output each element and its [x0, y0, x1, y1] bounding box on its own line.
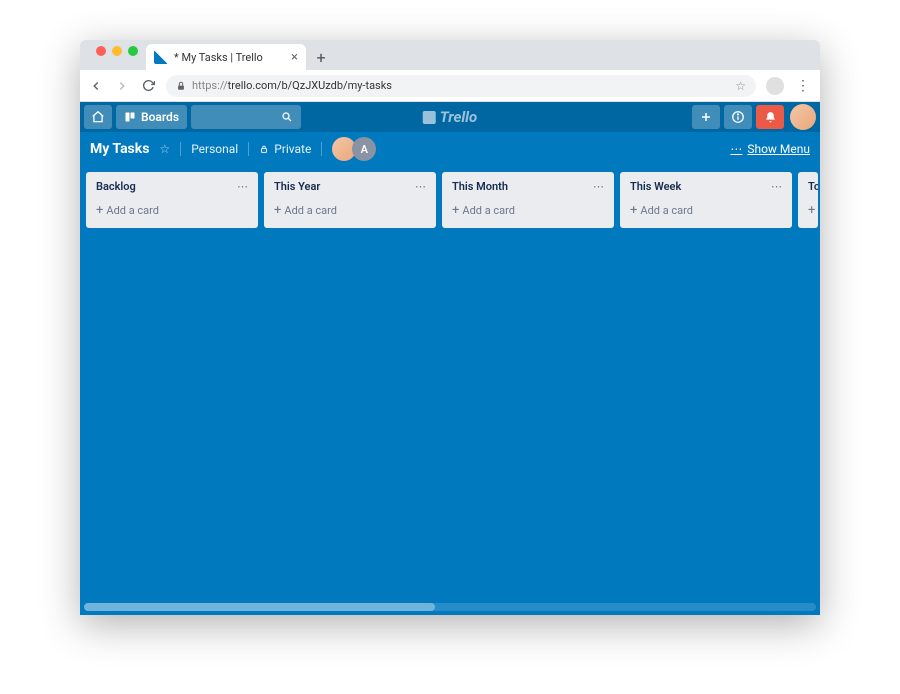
add-card-button[interactable]: + Add a card [448, 199, 608, 222]
trello-header: Boards Trello [80, 102, 820, 132]
bookmark-icon[interactable]: ☆ [735, 79, 746, 93]
list-menu-button[interactable]: ⋯ [771, 180, 782, 193]
list-title[interactable]: This Year [274, 180, 320, 193]
browser-window: * My Tasks | Trello × + https://trello.c… [80, 40, 820, 615]
trello-favicon [154, 50, 168, 64]
search-input[interactable] [191, 105, 301, 129]
new-tab-button[interactable]: + [310, 46, 332, 68]
boards-button[interactable]: Boards [116, 105, 187, 129]
list-menu-button[interactable]: ⋯ [237, 180, 248, 193]
info-button[interactable] [724, 105, 752, 129]
plus-icon: + [808, 203, 815, 218]
list-this-week[interactable]: This Week ⋯ + Add a card [620, 172, 792, 228]
board-header: My Tasks ☆ Personal Private A ⋯ Show Men… [80, 132, 820, 166]
add-card-button[interactable]: + Add a card [92, 199, 252, 222]
browser-menu-button[interactable]: ⋮ [794, 78, 812, 94]
browser-toolbar: https://trello.com/b/QzJXUzdb/my-tasks ☆… [80, 70, 820, 102]
browser-tab[interactable]: * My Tasks | Trello × [146, 44, 306, 70]
maximize-window-button[interactable] [128, 46, 138, 56]
list-menu-button[interactable]: ⋯ [415, 180, 426, 193]
list-title[interactable]: To [808, 180, 818, 193]
tab-title: * My Tasks | Trello [174, 51, 285, 64]
bell-icon [764, 111, 777, 124]
list-backlog[interactable]: Backlog ⋯ + Add a card [86, 172, 258, 228]
list-title[interactable]: This Month [452, 180, 508, 193]
boards-label: Boards [141, 110, 179, 124]
plus-icon: + [630, 203, 637, 218]
notifications-button[interactable] [756, 105, 784, 129]
add-card-button[interactable]: + A [804, 199, 812, 222]
board-title[interactable]: My Tasks [90, 141, 149, 157]
board-members: A [332, 137, 376, 161]
lists-container: Backlog ⋯ + Add a card This Year ⋯ + Add… [86, 172, 814, 228]
window-controls [88, 46, 146, 64]
close-tab-icon[interactable]: × [291, 50, 298, 65]
list-this-year[interactable]: This Year ⋯ + Add a card [264, 172, 436, 228]
privacy-button[interactable]: Private [259, 142, 311, 156]
browser-tab-bar: * My Tasks | Trello × + [80, 40, 820, 70]
horizontal-scrollbar[interactable] [84, 603, 816, 611]
trello-logo-icon [423, 111, 436, 124]
minimize-window-button[interactable] [112, 46, 122, 56]
create-button[interactable] [692, 105, 720, 129]
add-card-button[interactable]: + Add a card [626, 199, 786, 222]
search-icon [281, 111, 293, 123]
team-label[interactable]: Personal [191, 142, 238, 156]
back-button[interactable] [88, 78, 104, 94]
close-window-button[interactable] [96, 46, 106, 56]
address-bar[interactable]: https://trello.com/b/QzJXUzdb/my-tasks ☆ [166, 75, 756, 97]
lock-icon [259, 144, 269, 154]
scrollbar-thumb[interactable] [84, 603, 435, 611]
trello-logo[interactable]: Trello [423, 108, 477, 126]
star-board-button[interactable]: ☆ [159, 142, 170, 156]
boards-icon [124, 111, 136, 123]
add-card-button[interactable]: + Add a card [270, 199, 430, 222]
list-this-month[interactable]: This Month ⋯ + Add a card [442, 172, 614, 228]
plus-icon [700, 111, 712, 123]
user-avatar[interactable] [790, 104, 816, 130]
home-button[interactable] [84, 105, 112, 129]
plus-icon: + [274, 203, 281, 218]
list-title[interactable]: Backlog [96, 180, 136, 193]
reload-button[interactable] [140, 78, 156, 94]
board-canvas[interactable]: Backlog ⋯ + Add a card This Year ⋯ + Add… [80, 166, 820, 615]
member-avatar[interactable]: A [352, 137, 376, 161]
list-partial[interactable]: To + A [798, 172, 818, 228]
plus-icon: + [96, 203, 103, 218]
url-text: https://trello.com/b/QzJXUzdb/my-tasks [192, 79, 729, 92]
profile-avatar[interactable] [766, 77, 784, 95]
forward-button[interactable] [114, 78, 130, 94]
plus-icon: + [452, 203, 459, 218]
info-icon [731, 110, 745, 124]
list-title[interactable]: This Week [630, 180, 681, 193]
list-menu-button[interactable]: ⋯ [593, 180, 604, 193]
lock-icon [176, 81, 186, 91]
ellipsis-icon: ⋯ [730, 142, 742, 156]
show-menu-button[interactable]: ⋯ Show Menu [730, 142, 810, 156]
